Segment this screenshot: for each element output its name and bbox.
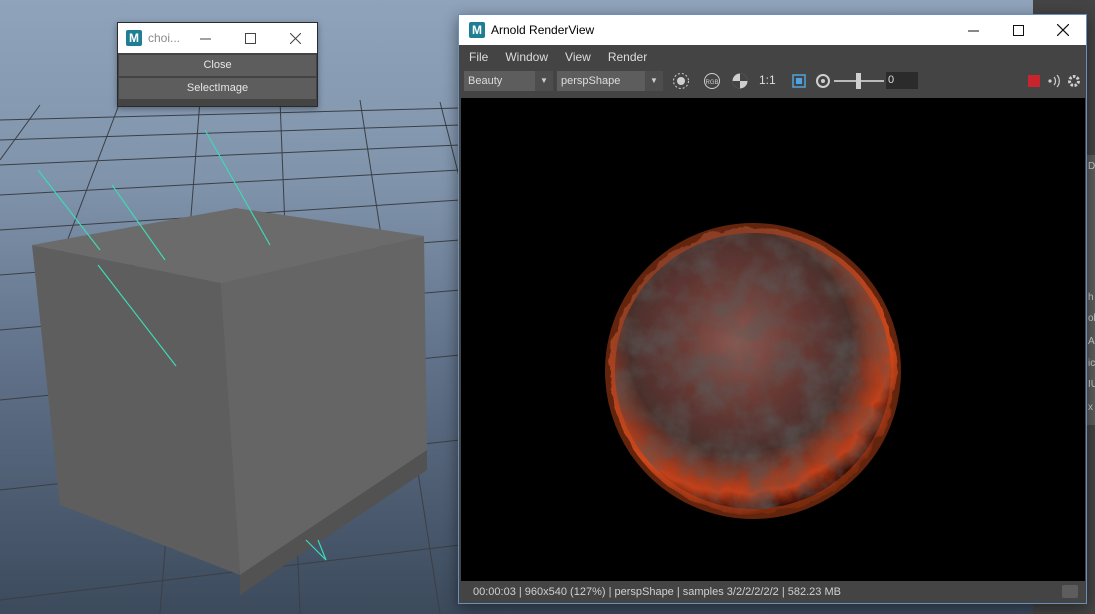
- side-panel-text: Ar: [1088, 336, 1095, 347]
- chevron-down-icon: ▼: [535, 71, 553, 91]
- arnold-menubar: File Window View Render: [459, 45, 1086, 69]
- side-panel-text: x: [1088, 402, 1093, 413]
- crop-icon: [792, 74, 806, 88]
- chevron-down-icon: ▼: [645, 71, 663, 91]
- ipr-button[interactable]: [1045, 72, 1063, 90]
- choice-window-title: choi...: [148, 31, 181, 45]
- render-region-button[interactable]: [672, 72, 690, 90]
- rgb-channel-button[interactable]: RGB: [703, 72, 721, 90]
- choice-window: M choi... Close SelectImage: [117, 22, 318, 107]
- exposure-slider-handle[interactable]: [856, 73, 861, 89]
- exposure-button[interactable]: [814, 72, 832, 90]
- minimize-button[interactable]: [182, 23, 228, 53]
- gear-icon: [1068, 75, 1080, 87]
- close-icon: [289, 32, 301, 44]
- zoom-ratio-button[interactable]: 1:1: [759, 73, 776, 87]
- menu-file[interactable]: File: [469, 50, 488, 64]
- maximize-icon: [1012, 24, 1024, 36]
- svg-text:RGB: RGB: [705, 80, 718, 86]
- aperture-icon: [816, 74, 830, 88]
- aov-select-value: Beauty: [468, 75, 503, 87]
- render-viewport[interactable]: [461, 98, 1085, 581]
- select-image-button[interactable]: SelectImage: [119, 78, 316, 99]
- side-panel-text: Di: [1088, 161, 1095, 172]
- arnold-window-title: Arnold RenderView: [491, 23, 595, 37]
- maximize-button[interactable]: [227, 23, 273, 53]
- minimize-button[interactable]: [950, 15, 996, 45]
- maximize-icon: [244, 32, 256, 44]
- stop-render-button[interactable]: [1028, 75, 1040, 87]
- side-panel-text: ic: [1088, 358, 1095, 369]
- rgb-icon: RGB: [704, 73, 720, 89]
- camera-select[interactable]: perspShape ▼: [557, 71, 663, 91]
- settings-button[interactable]: [1065, 72, 1083, 90]
- target-icon: [673, 73, 689, 89]
- viewport-cube: [32, 208, 427, 595]
- alpha-channel-button[interactable]: [731, 72, 749, 90]
- choice-window-titlebar[interactable]: M choi...: [118, 23, 317, 53]
- render-status-bar: 00:00:03 | 960x540 (127%) | perspShape |…: [459, 581, 1086, 603]
- close-button[interactable]: Close: [119, 55, 316, 76]
- maya-logo-icon: M: [126, 30, 142, 46]
- exposure-input[interactable]: 0: [886, 72, 918, 89]
- render-status-text: 00:00:03 | 960x540 (127%) | perspShape |…: [473, 586, 841, 598]
- arnold-titlebar[interactable]: M Arnold RenderView: [459, 15, 1086, 45]
- arnold-renderview-window: M Arnold RenderView File Window View Ren…: [458, 14, 1087, 604]
- arnold-toolbar: Beauty ▼ perspShape ▼ RGB 1:1 0: [459, 69, 1086, 97]
- close-window-button[interactable]: [272, 23, 318, 53]
- side-panel-text: IU: [1088, 379, 1095, 390]
- aov-select[interactable]: Beauty ▼: [464, 71, 553, 91]
- maximize-button[interactable]: [995, 15, 1041, 45]
- camera-select-value: perspShape: [561, 75, 621, 87]
- menu-window[interactable]: Window: [505, 50, 548, 64]
- minimize-icon: [967, 30, 979, 31]
- crop-region-button[interactable]: [790, 72, 808, 90]
- side-panel-text: h: [1088, 292, 1094, 303]
- menu-view[interactable]: View: [565, 50, 591, 64]
- maya-logo-icon: M: [469, 22, 485, 38]
- broadcast-icon: [1048, 74, 1060, 88]
- side-panel-text: ob: [1088, 313, 1095, 324]
- menu-render[interactable]: Render: [608, 50, 647, 64]
- checker-icon: [732, 73, 748, 89]
- camera-icon[interactable]: [1062, 585, 1078, 598]
- rendered-sphere-image: [605, 223, 901, 519]
- close-window-button[interactable]: [1040, 15, 1086, 45]
- minimize-icon: [199, 38, 211, 39]
- close-icon: [1057, 24, 1069, 36]
